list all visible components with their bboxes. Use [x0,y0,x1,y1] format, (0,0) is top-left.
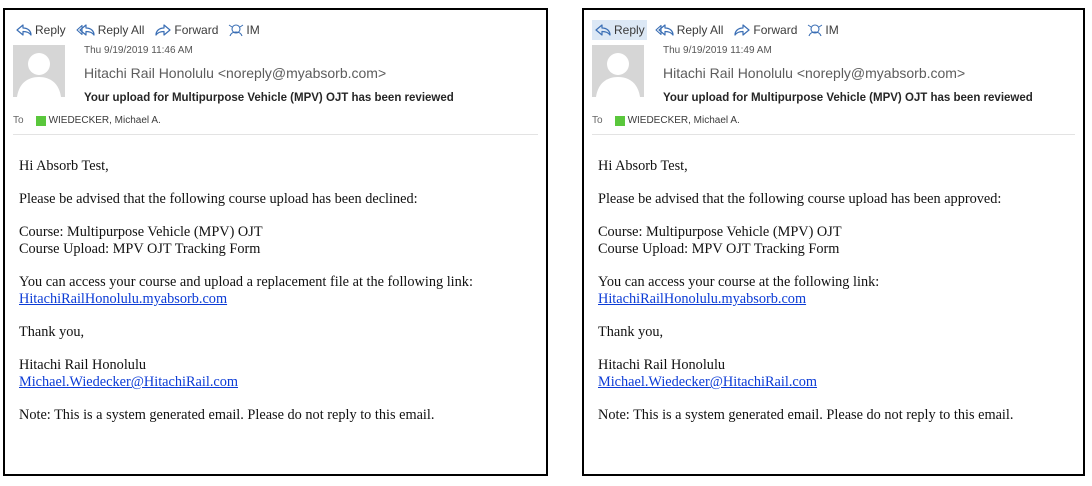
email-panel-declined: Reply Reply All Forward IM Thu 9/19/2019… [3,8,548,476]
advised-text: Please be advised that the following cou… [19,191,418,207]
email-body: Hi Absorb Test, Please be advised that t… [598,158,1077,440]
signature-email-link[interactable]: Michael.Wiedecker@HitachiRail.com [19,374,238,390]
reply-all-icon [655,24,674,36]
forward-icon [734,24,750,36]
person-silhouette-icon [596,53,640,97]
course-link[interactable]: HitachiRailHonolulu.myabsorb.com [598,291,806,307]
email-body: Hi Absorb Test, Please be advised that t… [19,158,540,440]
greeting: Hi Absorb Test, [598,158,688,174]
im-button[interactable]: IM [805,20,840,40]
signature-block: Hitachi Rail Honolulu Michael.Wiedecker@… [19,357,540,391]
course-block: Course: Multipurpose Vehicle (MPV) OJT C… [598,224,1077,258]
email-date: Thu 9/19/2019 11:46 AM [84,45,193,56]
email-sender: Hitachi Rail Honolulu <noreply@myabsorb.… [84,65,387,81]
to-label: To [13,115,24,126]
note-text: Note: This is a system generated email. … [19,407,435,423]
header-divider [592,134,1075,135]
signature-name: Hitachi Rail Honolulu [598,357,726,373]
im-button[interactable]: IM [226,20,261,40]
email-sender: Hitachi Rail Honolulu <noreply@myabsorb.… [663,65,966,81]
reply-button[interactable]: Reply [13,20,68,40]
access-text: You can access your course and upload a … [19,274,473,290]
thanks-text: Thank you, [598,324,664,340]
signature-email-link[interactable]: Michael.Wiedecker@HitachiRail.com [598,374,817,390]
sender-avatar [592,45,644,97]
sender-avatar [13,45,65,97]
action-toolbar: Reply Reply All Forward IM [592,20,847,40]
course-link[interactable]: HitachiRailHonolulu.myabsorb.com [19,291,227,307]
reply-all-button[interactable]: Reply All [653,20,726,40]
reply-icon [16,24,32,36]
email-panel-approved: Reply Reply All Forward IM Thu 9/19/2019… [582,8,1085,476]
course-line: Course: Multipurpose Vehicle (MPV) OJT [19,224,263,240]
recipient-row: To WIEDECKER, Michael A. [13,115,161,126]
recipient-name[interactable]: WIEDECKER, Michael A. [49,115,161,126]
signature-name: Hitachi Rail Honolulu [19,357,147,373]
recipient-row: To WIEDECKER, Michael A. [592,115,740,126]
im-icon [808,24,823,37]
to-label: To [592,115,603,126]
forward-icon [155,24,171,36]
forward-button[interactable]: Forward [731,20,799,40]
reply-button[interactable]: Reply [592,20,647,40]
presence-status-icon [35,115,46,126]
reply-all-icon [76,24,95,36]
advised-text: Please be advised that the following cou… [598,191,1002,207]
recipient-name[interactable]: WIEDECKER, Michael A. [628,115,740,126]
thanks-text: Thank you, [19,324,85,340]
email-subject: Your upload for Multipurpose Vehicle (MP… [663,92,1033,104]
reply-icon [595,24,611,36]
action-toolbar: Reply Reply All Forward IM [13,20,268,40]
person-silhouette-icon [17,53,61,97]
access-text: You can access your course at the follow… [598,274,880,290]
email-subject: Your upload for Multipurpose Vehicle (MP… [84,92,454,104]
course-upload-line: Course Upload: MPV OJT Tracking Form [19,241,261,257]
access-block: You can access your course at the follow… [598,274,1077,308]
header-divider [13,134,538,135]
signature-block: Hitachi Rail Honolulu Michael.Wiedecker@… [598,357,1077,391]
forward-button[interactable]: Forward [152,20,220,40]
presence-status-icon [614,115,625,126]
greeting: Hi Absorb Test, [19,158,109,174]
email-date: Thu 9/19/2019 11:49 AM [663,45,772,56]
access-block: You can access your course and upload a … [19,274,540,308]
course-block: Course: Multipurpose Vehicle (MPV) OJT C… [19,224,540,258]
course-line: Course: Multipurpose Vehicle (MPV) OJT [598,224,842,240]
reply-all-button[interactable]: Reply All [74,20,147,40]
note-text: Note: This is a system generated email. … [598,407,1014,423]
im-icon [229,24,244,37]
course-upload-line: Course Upload: MPV OJT Tracking Form [598,241,840,257]
